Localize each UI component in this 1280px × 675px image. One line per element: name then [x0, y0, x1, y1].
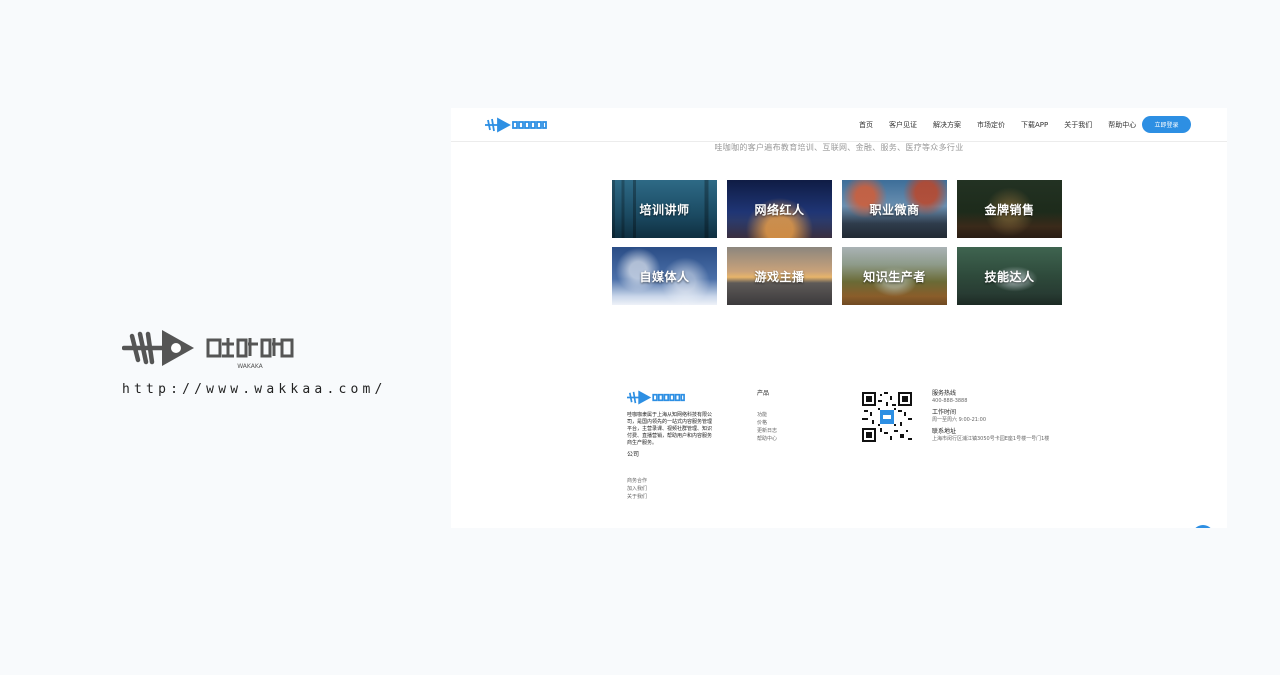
tile-micro-business[interactable]: 职业微商	[842, 180, 947, 238]
address-value: 上海市闵行区浦江镇3050号卡园E座1号楼一号门1楼	[932, 436, 1050, 442]
tile-skill-expert[interactable]: 技能达人	[957, 247, 1062, 305]
footer-link-business[interactable]: 商务合作	[627, 477, 715, 485]
floating-chat-button[interactable]	[1192, 525, 1214, 528]
tile-label: 网络红人	[754, 202, 805, 217]
footer-contact-col: 服务热线 400-888-3888 工作时间 周一至周六 9:00-21:00 …	[932, 388, 1049, 443]
tile-label: 培训讲师	[639, 202, 690, 217]
tile-self-media[interactable]: 自媒体人	[612, 247, 717, 305]
tile-label: 职业微商	[869, 202, 920, 217]
brand-logo: WAKAKA	[122, 324, 387, 372]
tile-top-sales[interactable]: 金牌销售	[957, 180, 1062, 238]
tile-internet-celebrity[interactable]: 网络红人	[727, 180, 832, 238]
footer-link-join[interactable]: 加入我们	[627, 485, 715, 493]
nav-links: 首页 客户见证 解决方案 市场定价 下载APP 关于我们 帮助中心	[859, 108, 1136, 141]
footer-link-about[interactable]: 关于我们	[627, 493, 715, 501]
brand-logo-sub: WAKAKA	[237, 363, 263, 370]
top-nav: 首页 客户见证 解决方案 市场定价 下载APP 关于我们 帮助中心 立即登录	[451, 108, 1227, 142]
nav-pricing[interactable]: 市场定价	[977, 120, 1005, 130]
nav-about[interactable]: 关于我们	[1064, 120, 1092, 130]
nav-home[interactable]: 首页	[859, 120, 873, 130]
fish-logo-icon: WAKAKA	[122, 330, 294, 370]
address-label: 联系地址	[932, 428, 957, 435]
footer-product-col: 产品 功能 价格 更新日志 帮助中心	[757, 388, 777, 443]
tile-label: 知识生产者	[863, 269, 926, 284]
tile-label: 自媒体人	[639, 269, 690, 284]
hotline-number: 400-888-3888	[932, 398, 968, 404]
nav-download-app[interactable]: 下载APP	[1021, 120, 1048, 130]
fish-logo-icon	[627, 390, 685, 405]
brand-block: WAKAKA http://www.wakkaa.com/	[122, 324, 387, 397]
tile-label: 游戏主播	[754, 269, 805, 284]
nav-help[interactable]: 帮助中心	[1108, 120, 1136, 130]
qr-code-icon	[862, 392, 912, 442]
hours-label: 工作时间	[932, 409, 957, 416]
industry-tiles: 培训讲师 网络红人 职业微商 金牌销售 自媒体人 游戏主播 知识生产者 技能达人	[612, 180, 1062, 305]
footer-company-col: 哇咖咖隶属于上海从知网络科技有限公司，是国内领先的一站式内容服务管理平台，主营录…	[627, 388, 715, 501]
footer-link-changelog[interactable]: 更新日志	[757, 427, 777, 435]
brand-url: http://www.wakkaa.com/	[122, 382, 387, 397]
footer-link-help[interactable]: 帮助中心	[757, 435, 777, 443]
hours-value: 周一至周六 9:00-21:00	[932, 417, 987, 423]
hotline-label: 服务热线	[932, 390, 957, 397]
footer-description: 哇咖咖隶属于上海从知网络科技有限公司，是国内领先的一站式内容服务管理平台，主营录…	[627, 412, 713, 446]
qr-code	[862, 392, 912, 442]
website-preview: 首页 客户见证 解决方案 市场定价 下载APP 关于我们 帮助中心 立即登录 哇…	[451, 108, 1227, 528]
footer-link-features[interactable]: 功能	[757, 411, 777, 419]
tile-training-lecturer[interactable]: 培训讲师	[612, 180, 717, 238]
section-subtitle: 哇咖咖的客户遍布教育培训、互联网、金融、服务、医疗等众多行业	[714, 143, 964, 152]
footer-company-links: 商务合作 加入我们 关于我们	[627, 477, 715, 501]
fish-logo-icon	[485, 117, 547, 133]
login-button[interactable]: 立即登录	[1142, 116, 1191, 133]
tile-label: 金牌销售	[984, 202, 1035, 217]
nav-logo[interactable]	[485, 117, 547, 133]
footer-description-tail: 公司	[627, 451, 640, 458]
footer-product-title: 产品	[757, 390, 770, 397]
tile-knowledge-producer[interactable]: 知识生产者	[842, 247, 947, 305]
tile-game-streamer[interactable]: 游戏主播	[727, 247, 832, 305]
footer-link-price[interactable]: 价格	[757, 419, 777, 427]
footer: 哇咖咖隶属于上海从知网络科技有限公司，是国内领先的一站式内容服务管理平台，主营录…	[627, 388, 1097, 518]
nav-testimonials[interactable]: 客户见证	[889, 120, 917, 130]
footer-logo	[627, 390, 715, 405]
nav-solutions[interactable]: 解决方案	[933, 120, 961, 130]
tile-label: 技能达人	[984, 269, 1035, 284]
